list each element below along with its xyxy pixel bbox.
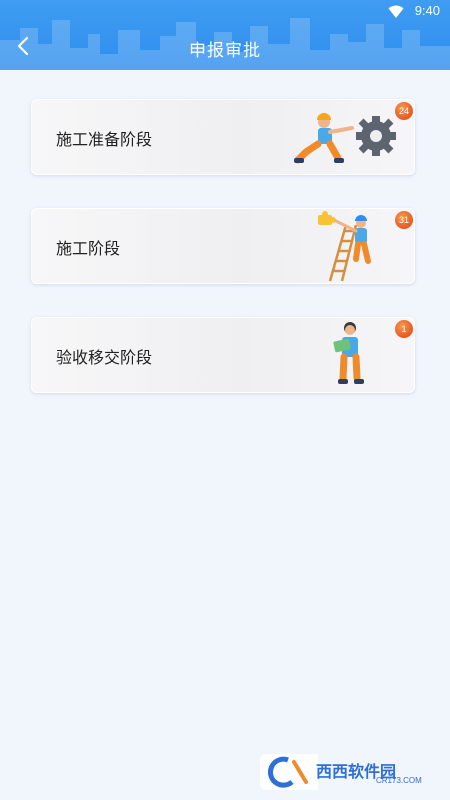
stage-card-preparation[interactable]: 施工准备阶段 24 — [31, 99, 415, 175]
app-header: 9:40 申报审批 — [0, 0, 450, 70]
watermark-domain: CR173.COM — [376, 776, 422, 785]
worker-tablet-illustration — [333, 322, 364, 384]
stage-card-acceptance[interactable]: 验收移交阶段 1 — [31, 317, 415, 393]
worker-gear-illustration — [294, 113, 396, 164]
count-badge: 31 — [395, 211, 413, 229]
count-badge: 1 — [395, 320, 413, 338]
status-time: 9:40 — [414, 3, 440, 18]
wifi-icon — [388, 5, 404, 18]
logo-icon — [260, 754, 318, 790]
worker-ladder-illustration — [318, 211, 371, 282]
card-label: 施工阶段 — [56, 239, 121, 258]
watermark-logo: 西西软件园 CR173.COM — [258, 752, 436, 792]
count-badge: 24 — [395, 102, 413, 120]
stage-card-construction[interactable]: 施工阶段 31 — [31, 208, 415, 284]
puzzle-piece-icon — [318, 211, 336, 225]
gear-icon — [356, 116, 396, 156]
card-label: 施工准备阶段 — [56, 130, 153, 149]
card-label: 验收移交阶段 — [56, 348, 153, 367]
status-bar: 9:40 — [0, 0, 450, 24]
page-title: 申报审批 — [189, 41, 261, 61]
